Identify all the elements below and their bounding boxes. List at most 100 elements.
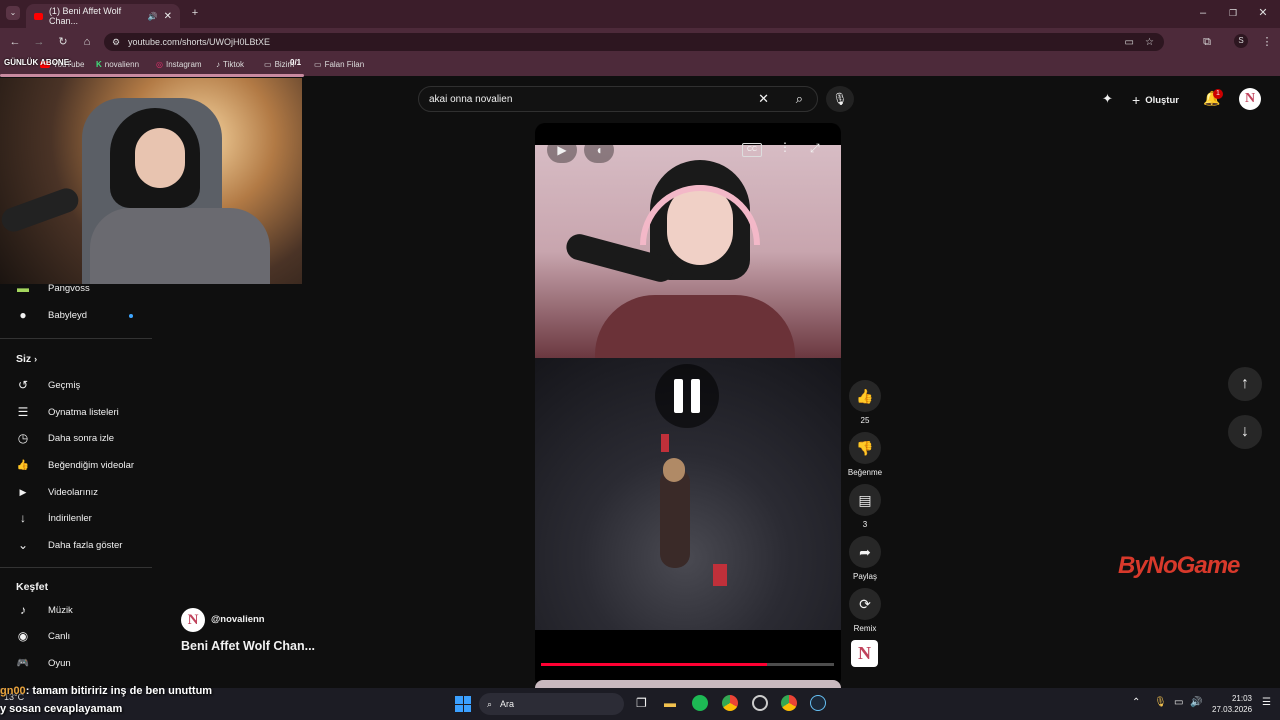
chat-message: gn00: tamam bitiririz inş de ben unuttum bbox=[0, 685, 213, 697]
network-icon[interactable]: ▭ bbox=[1174, 697, 1183, 708]
captions-icon[interactable]: CC bbox=[742, 143, 762, 157]
sidebar-subscription-pangvoss[interactable]: ▬ Pangvoss bbox=[14, 277, 90, 299]
browser-tab[interactable]: (1) Beni Affet Wolf Chan... 🔊 ✕ bbox=[26, 4, 180, 28]
tab-search-icon[interactable]: ⌄ bbox=[6, 6, 20, 20]
sidebar-item-your-videos[interactable]: ▶ Videolarınız bbox=[14, 481, 98, 503]
volume-tray-icon[interactable]: 🔊 bbox=[1190, 697, 1202, 708]
home-icon[interactable]: ⌂ bbox=[80, 35, 94, 49]
taskbar-search[interactable]: ⌕ Ara bbox=[479, 693, 624, 715]
cast-icon[interactable]: ▭ bbox=[1125, 37, 1134, 48]
sidebar-you-heading[interactable]: Siz › bbox=[16, 353, 37, 365]
chevron-down-icon: ⌄ bbox=[17, 538, 29, 552]
red-marker bbox=[661, 434, 669, 452]
bookmark-instagram[interactable]: ◎ Instagram bbox=[156, 60, 202, 69]
close-tab-icon[interactable]: ✕ bbox=[164, 11, 172, 22]
thumbs-up-icon: 👍 bbox=[849, 380, 881, 412]
search-query: akai onna novalien bbox=[429, 93, 513, 105]
notifications-tray-icon[interactable]: ☰ bbox=[1262, 697, 1271, 708]
reload-icon[interactable]: ↻ bbox=[56, 35, 70, 49]
task-view-icon[interactable]: ❐ bbox=[636, 696, 647, 710]
clock[interactable]: 21:03 27.03.2026 bbox=[1212, 693, 1252, 715]
person-shirt bbox=[595, 295, 795, 365]
back-icon[interactable]: ← bbox=[8, 35, 22, 49]
sidebar-item-downloads[interactable]: ↓ İndirilenler bbox=[14, 507, 92, 529]
sidebar-item-live[interactable]: ◉ Canlı bbox=[14, 625, 70, 647]
chrome-icon[interactable] bbox=[722, 695, 738, 711]
minimize-icon[interactable]: – bbox=[1196, 6, 1210, 20]
next-short-preview[interactable] bbox=[535, 680, 841, 688]
progress-track[interactable] bbox=[541, 663, 834, 666]
volume-icon[interactable]: ◖ bbox=[584, 137, 614, 163]
next-short-button[interactable]: ↓ bbox=[1228, 415, 1262, 449]
sidebar-item-music[interactable]: ♪ Müzik bbox=[14, 599, 73, 621]
live-icon: ◉ bbox=[17, 629, 29, 643]
speaker-icon[interactable]: 🔊 bbox=[148, 12, 158, 21]
sidebar-item-playlists[interactable]: ☰ Oynatma listeleri bbox=[14, 401, 119, 423]
app-icon[interactable] bbox=[752, 695, 768, 711]
account-avatar[interactable]: N bbox=[1239, 88, 1261, 110]
bookmark-folder-falan-filan[interactable]: ▭ Falan Filan bbox=[314, 60, 364, 69]
restore-icon[interactable]: ❐ bbox=[1226, 6, 1240, 20]
steam-icon[interactable] bbox=[810, 695, 826, 711]
menu-icon[interactable]: ⋮ bbox=[1260, 35, 1274, 49]
window-close-icon[interactable]: ✕ bbox=[1256, 6, 1270, 20]
share-button[interactable]: ➦ Paylaş bbox=[845, 536, 885, 581]
new-tab-icon[interactable]: + bbox=[188, 6, 202, 20]
sidebar-item-show-more[interactable]: ⌄ Daha fazla göster bbox=[14, 534, 123, 556]
previous-short-button[interactable]: ↑ bbox=[1228, 367, 1262, 401]
short-title[interactable]: Beni Affet Wolf Chan... bbox=[181, 639, 315, 653]
forward-icon[interactable]: → bbox=[32, 35, 46, 49]
create-button[interactable]: + Oluştur bbox=[1132, 92, 1179, 108]
stream-sub-goal-counter: 0/1 bbox=[290, 58, 302, 67]
music-icon: ♪ bbox=[20, 603, 26, 617]
search-icon[interactable]: ⌕ bbox=[796, 91, 803, 107]
more-options-icon[interactable]: ⋮ bbox=[779, 140, 791, 154]
search-icon: ⌕ bbox=[487, 698, 493, 709]
sidebar-subscription-babyleyd[interactable]: ● Babyleyd bbox=[14, 304, 87, 326]
site-info-icon[interactable]: ⚙ bbox=[112, 37, 120, 48]
thumbs-up-icon: 👍 bbox=[16, 459, 30, 471]
microphone bbox=[0, 185, 82, 235]
clock-icon: ◷ bbox=[17, 431, 29, 445]
windows-start-icon[interactable] bbox=[455, 696, 471, 712]
comment-icon: ▤ bbox=[849, 484, 881, 516]
sidebar-explore-heading: Keşfet bbox=[16, 581, 49, 593]
profile-avatar[interactable]: S bbox=[1234, 34, 1248, 48]
microphone-tray-icon[interactable]: 🎙 bbox=[1154, 697, 1167, 708]
instagram-icon: ◎ bbox=[156, 60, 163, 69]
chrome-profile-icon[interactable] bbox=[781, 695, 797, 711]
sidebar-item-history[interactable]: ↺ Geçmiş bbox=[14, 374, 80, 396]
pause-icon[interactable] bbox=[655, 364, 719, 428]
channel-avatar[interactable]: N bbox=[181, 608, 205, 632]
cast-create-icon[interactable]: ✦ bbox=[1102, 91, 1113, 107]
remix-button[interactable]: ⟳ Remix bbox=[845, 588, 885, 633]
game-character-hair bbox=[663, 458, 685, 482]
bookmark-star-icon[interactable]: ☆ bbox=[1145, 37, 1154, 48]
sidebar-item-watch-later[interactable]: ◷ Daha sonra izle bbox=[14, 427, 114, 449]
bookmark-novalienn[interactable]: Knovalienn bbox=[96, 60, 139, 69]
comments-button[interactable]: ▤ 3 bbox=[849, 484, 881, 529]
webcam-overlay bbox=[0, 78, 302, 284]
sub-goal-bar bbox=[0, 74, 304, 77]
search-input[interactable]: akai onna novalien ✕ ⌕ bbox=[418, 86, 818, 112]
plus-icon: + bbox=[1132, 92, 1141, 108]
url-text: youtube.com/shorts/UWOjH0LBtXE bbox=[128, 37, 271, 47]
play-button[interactable]: ▶ bbox=[547, 137, 577, 163]
fullscreen-icon[interactable]: ⤢ bbox=[810, 141, 820, 156]
arrow-up-icon: ↑ bbox=[1241, 375, 1249, 392]
bookmark-tiktok[interactable]: ♪ Tiktok bbox=[216, 60, 244, 69]
sidebar-item-liked-videos[interactable]: 👍 Beğendiğim videolar bbox=[14, 454, 134, 476]
dislike-button[interactable]: 👎 Beğenme bbox=[845, 432, 885, 477]
clear-search-icon[interactable]: ✕ bbox=[758, 91, 769, 107]
extensions-icon[interactable]: ⧉ bbox=[1200, 35, 1214, 49]
channel-handle[interactable]: @novalienn bbox=[211, 614, 265, 625]
red-canister bbox=[713, 564, 727, 586]
address-bar[interactable]: ⚙ youtube.com/shorts/UWOjH0LBtXE ▭ ☆ bbox=[104, 33, 1164, 51]
voice-search-icon[interactable]: 🎙 bbox=[826, 86, 854, 112]
like-button[interactable]: 👍 25 bbox=[849, 380, 881, 425]
spotify-icon[interactable] bbox=[692, 695, 708, 711]
file-explorer-icon[interactable]: ▬ bbox=[664, 696, 676, 710]
channel-avatar[interactable]: N bbox=[851, 640, 878, 667]
sidebar-item-gaming[interactable]: 🎮 Oyun bbox=[14, 652, 71, 674]
tray-chevron-icon[interactable]: ⌃ bbox=[1132, 697, 1140, 708]
